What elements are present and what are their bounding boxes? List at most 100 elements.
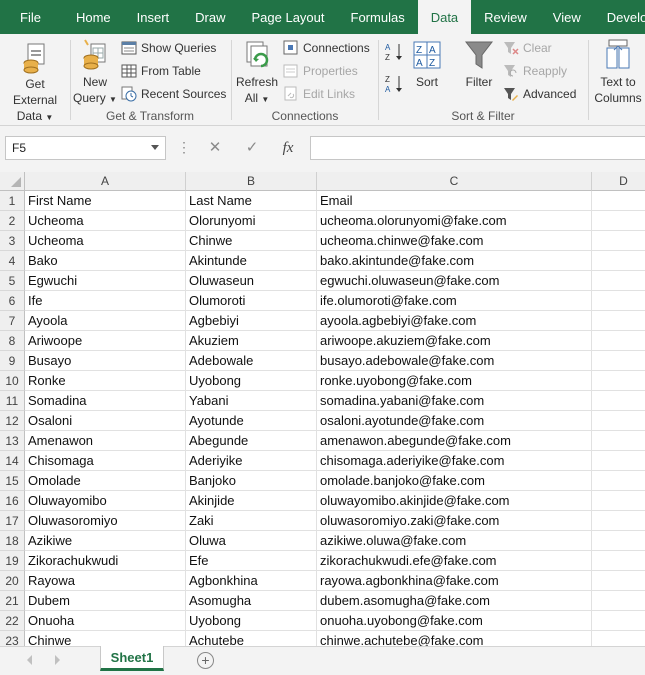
row-header[interactable]: 9	[0, 351, 25, 371]
cell-d[interactable]	[592, 631, 645, 646]
tab-review[interactable]: Review	[471, 0, 540, 34]
cell-b[interactable]: Banjoko	[186, 471, 317, 491]
cell-b[interactable]: Ayotunde	[186, 411, 317, 431]
tab-data[interactable]: Data	[417, 0, 472, 34]
cell-c[interactable]: ife.olumoroti@fake.com	[317, 291, 592, 311]
tab-page-layout[interactable]: Page Layout	[239, 0, 338, 34]
cell-d[interactable]	[592, 491, 645, 511]
cell-b[interactable]: Zaki	[186, 511, 317, 531]
cell-c[interactable]: azikiwe.oluwa@fake.com	[317, 531, 592, 551]
cell-c[interactable]: oluwasoromiyo.zaki@fake.com	[317, 511, 592, 531]
cell-c[interactable]: bako.akintunde@fake.com	[317, 251, 592, 271]
cell-d[interactable]	[592, 591, 645, 611]
cell-b[interactable]: Chinwe	[186, 231, 317, 251]
cell-a[interactable]: Ucheoma	[25, 211, 186, 231]
row-header[interactable]: 11	[0, 391, 25, 411]
cell-a[interactable]: Amenawon	[25, 431, 186, 451]
cell-d[interactable]	[592, 411, 645, 431]
cell-d[interactable]	[592, 351, 645, 371]
cell-a[interactable]: Azikiwe	[25, 531, 186, 551]
cell-a[interactable]: Chinwe	[25, 631, 186, 646]
column-header-d[interactable]: D	[592, 172, 645, 191]
tab-home[interactable]: Home	[63, 0, 124, 34]
cell-d[interactable]	[592, 191, 645, 211]
cell-a[interactable]: Ariwoope	[25, 331, 186, 351]
cell-b[interactable]: Olorunyomi	[186, 211, 317, 231]
row-header[interactable]: 14	[0, 451, 25, 471]
name-box[interactable]: F5	[5, 136, 166, 160]
row-header[interactable]: 8	[0, 331, 25, 351]
cell-a[interactable]: Oluwasoromiyo	[25, 511, 186, 531]
scroll-left-icon[interactable]	[27, 655, 32, 665]
cell-d[interactable]	[592, 371, 645, 391]
cell-a[interactable]: Bako	[25, 251, 186, 271]
cell-b[interactable]: Abegunde	[186, 431, 317, 451]
chevron-down-icon[interactable]	[151, 145, 159, 150]
cell-a[interactable]: Oluwayomibo	[25, 491, 186, 511]
enter-entry-button[interactable]: ✓	[237, 136, 267, 160]
tab-formulas[interactable]: Formulas	[338, 0, 418, 34]
cell-b[interactable]: Yabani	[186, 391, 317, 411]
cell-a[interactable]: Busayo	[25, 351, 186, 371]
cell-d[interactable]	[592, 451, 645, 471]
formula-input[interactable]	[310, 136, 645, 160]
cell-d[interactable]	[592, 271, 645, 291]
vertical-dots-icon[interactable]: ⋮	[177, 139, 191, 156]
cell-d[interactable]	[592, 611, 645, 631]
text-to-columns-button[interactable]: Text to Columns	[590, 38, 645, 106]
cell-c[interactable]: Email	[317, 191, 592, 211]
cell-d[interactable]	[592, 311, 645, 331]
cell-b[interactable]: Aderiyike	[186, 451, 317, 471]
cell-a[interactable]: Ife	[25, 291, 186, 311]
cell-b[interactable]: Asomugha	[186, 591, 317, 611]
row-header[interactable]: 22	[0, 611, 25, 631]
cell-c[interactable]: dubem.asomugha@fake.com	[317, 591, 592, 611]
cell-c[interactable]: ucheoma.olorunyomi@fake.com	[317, 211, 592, 231]
add-sheet-button[interactable]: +	[197, 652, 214, 669]
cell-b[interactable]: Uyobong	[186, 371, 317, 391]
row-header[interactable]: 3	[0, 231, 25, 251]
row-header[interactable]: 23	[0, 631, 25, 646]
row-header[interactable]: 15	[0, 471, 25, 491]
cell-d[interactable]	[592, 571, 645, 591]
row-header[interactable]: 16	[0, 491, 25, 511]
get-external-data-button[interactable]: Get External Data ▼	[2, 38, 68, 126]
row-header[interactable]: 13	[0, 431, 25, 451]
cell-c[interactable]: onuoha.uyobong@fake.com	[317, 611, 592, 631]
worksheet-grid[interactable]: A B C D 1 First Name Last Name Email 2 Ucheoma Olo…	[0, 172, 645, 646]
sheet-tab-sheet1[interactable]: Sheet1	[100, 646, 164, 671]
cell-a[interactable]: Onuoha	[25, 611, 186, 631]
row-header[interactable]: 4	[0, 251, 25, 271]
cell-b[interactable]: Efe	[186, 551, 317, 571]
cell-c[interactable]: busayo.adebowale@fake.com	[317, 351, 592, 371]
cell-c[interactable]: ucheoma.chinwe@fake.com	[317, 231, 592, 251]
cell-c[interactable]: zikorachukwudi.efe@fake.com	[317, 551, 592, 571]
cell-a[interactable]: Omolade	[25, 471, 186, 491]
cell-c[interactable]: chisomaga.aderiyike@fake.com	[317, 451, 592, 471]
cell-a[interactable]: Ayoola	[25, 311, 186, 331]
row-header[interactable]: 20	[0, 571, 25, 591]
cell-a[interactable]: First Name	[25, 191, 186, 211]
cell-a[interactable]: Ronke	[25, 371, 186, 391]
cell-d[interactable]	[592, 431, 645, 451]
cell-b[interactable]: Akinjide	[186, 491, 317, 511]
cell-c[interactable]: amenawon.abegunde@fake.com	[317, 431, 592, 451]
select-all-button[interactable]	[0, 172, 25, 191]
cell-a[interactable]: Egwuchi	[25, 271, 186, 291]
row-header[interactable]: 7	[0, 311, 25, 331]
tab-insert[interactable]: Insert	[124, 0, 183, 34]
cell-d[interactable]	[592, 471, 645, 491]
cell-b[interactable]: Akuziem	[186, 331, 317, 351]
cell-b[interactable]: Oluwaseun	[186, 271, 317, 291]
tab-draw[interactable]: Draw	[182, 0, 238, 34]
cell-b[interactable]: Uyobong	[186, 611, 317, 631]
cell-d[interactable]	[592, 291, 645, 311]
cell-a[interactable]: Rayowa	[25, 571, 186, 591]
cell-c[interactable]: somadina.yabani@fake.com	[317, 391, 592, 411]
cell-a[interactable]: Osaloni	[25, 411, 186, 431]
column-header-b[interactable]: B	[186, 172, 317, 191]
cell-d[interactable]	[592, 391, 645, 411]
row-header[interactable]: 12	[0, 411, 25, 431]
cell-b[interactable]: Adebowale	[186, 351, 317, 371]
cell-c[interactable]: egwuchi.oluwaseun@fake.com	[317, 271, 592, 291]
